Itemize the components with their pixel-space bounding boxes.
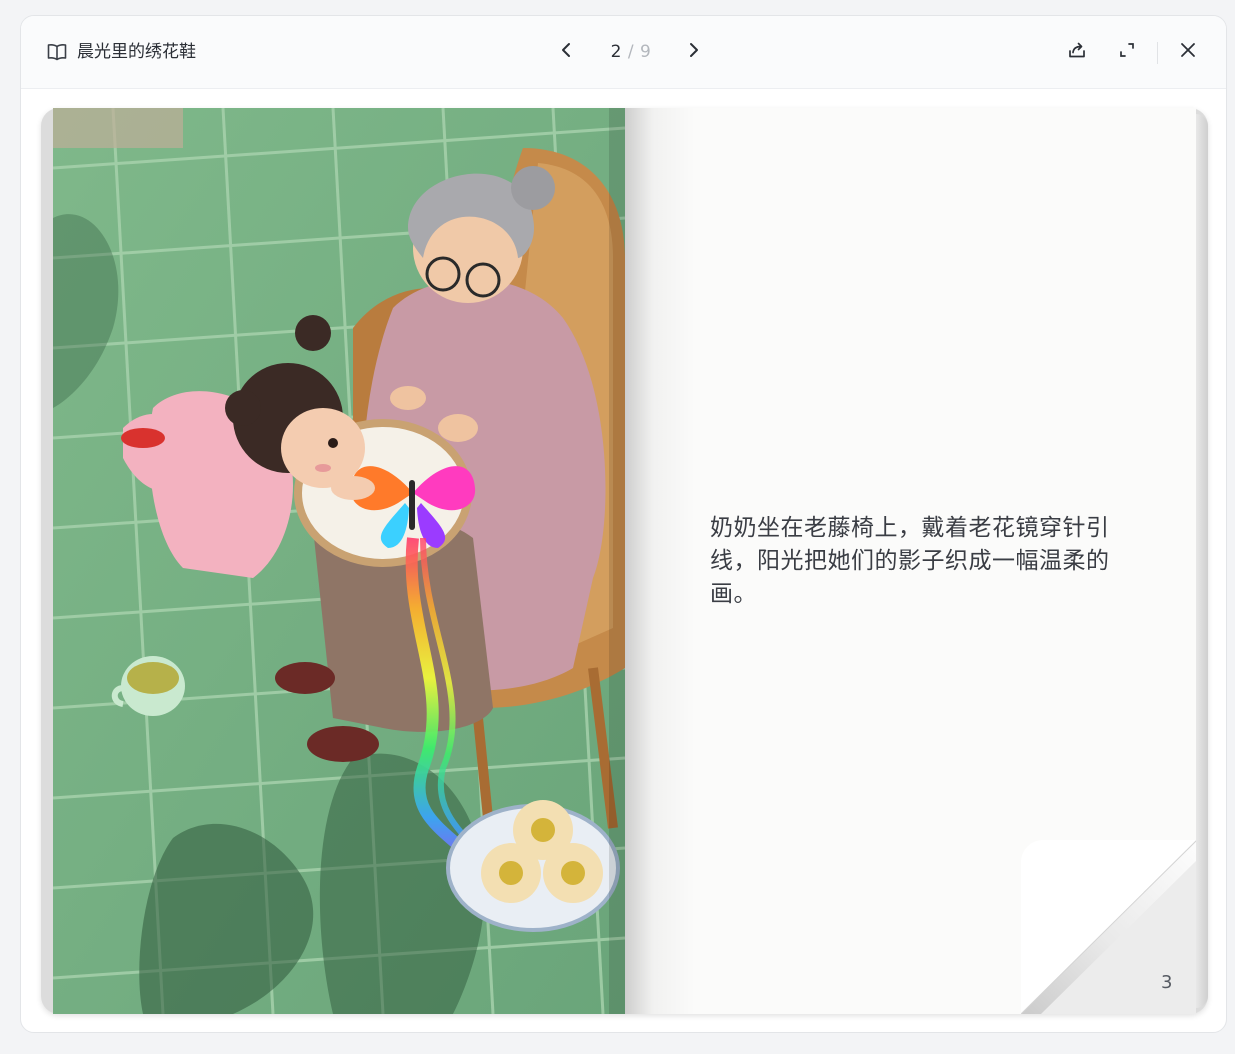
right-page: 奶奶坐在老藤椅上，戴着老花镜穿针引线，阳光把她们的影子织成一幅温柔的画。 3 xyxy=(625,108,1196,1014)
page-separator: / xyxy=(627,42,635,62)
fullscreen-button[interactable] xyxy=(1113,38,1141,66)
toolbar-actions xyxy=(1059,36,1219,68)
left-page-illustration xyxy=(53,108,625,1014)
book-spread: 奶奶坐在老藤椅上，戴着老花镜穿针引线，阳光把她们的影子织成一幅温柔的画。 3 xyxy=(41,108,1208,1014)
next-page-button[interactable] xyxy=(679,38,707,66)
story-text: 奶奶坐在老藤椅上，戴着老花镜穿针引线，阳光把她们的影子织成一幅温柔的画。 xyxy=(710,515,1110,607)
pager: 2 / 9 xyxy=(551,36,711,68)
close-button[interactable] xyxy=(1174,38,1202,66)
title-bar: 晨光里的绣花鞋 2 / 9 xyxy=(21,16,1226,89)
page-number: 3 xyxy=(1161,972,1173,993)
illustration-image xyxy=(53,108,625,1014)
close-icon xyxy=(1179,41,1197,63)
current-page-number: 2 xyxy=(610,42,622,62)
book-open-icon xyxy=(47,43,67,61)
toolbar-divider xyxy=(1157,42,1158,64)
reader-window: 晨光里的绣花鞋 2 / 9 奶奶坐在老藤椅上，戴着老花镜穿针引线，阳光把她们的影… xyxy=(20,15,1227,1033)
chevron-right-icon xyxy=(686,42,700,62)
total-pages: 9 xyxy=(640,42,652,62)
fullscreen-icon xyxy=(1118,41,1136,63)
book-edge xyxy=(1196,114,1208,1008)
previous-page-button[interactable] xyxy=(553,38,581,66)
page-indicator: 2 / 9 xyxy=(591,40,671,64)
chevron-left-icon xyxy=(560,42,574,62)
share-icon xyxy=(1067,40,1087,64)
book-title-group: 晨光里的绣花鞋 xyxy=(47,40,196,64)
book-title: 晨光里的绣花鞋 xyxy=(77,42,196,62)
share-button[interactable] xyxy=(1063,38,1091,66)
